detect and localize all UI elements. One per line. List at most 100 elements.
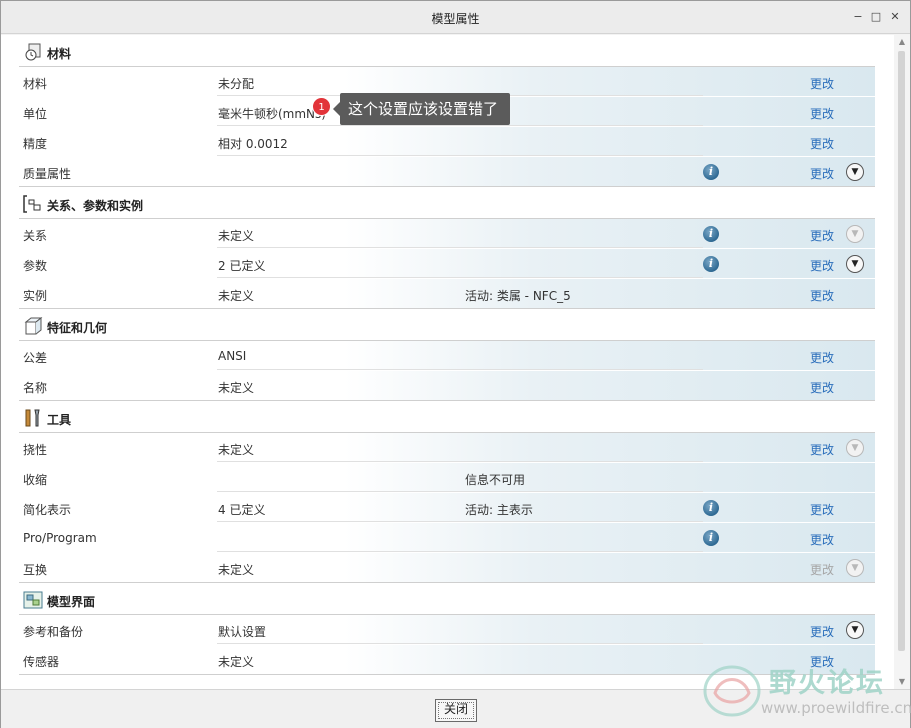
property-label: 实例 <box>23 289 48 303</box>
info-icon[interactable]: i <box>703 500 719 516</box>
close-icon[interactable]: ✕ <box>888 10 902 24</box>
property-value: 未定义 <box>218 443 255 457</box>
change-link[interactable]: 更改 <box>810 135 834 152</box>
property-value: 默认设置 <box>218 625 267 639</box>
section-header: 工具 <box>19 401 875 433</box>
chevron-down-icon[interactable]: ▼ <box>846 439 864 457</box>
section-header: 模型界面 <box>19 583 875 615</box>
row-divider <box>217 643 703 644</box>
property-extra: 活动: 类属 - NFC_5 <box>465 289 571 303</box>
property-row: 传感器 未定义 更改 <box>19 645 875 675</box>
model-properties-dialog: 模型属性 − □ ✕ 材料 材料 未分配 更改 单位 毫米牛顿秒(mmNs) 更改 精度 相对 … <box>0 0 911 728</box>
annotation-badge: 1 <box>312 97 331 116</box>
property-label: 公差 <box>23 351 48 365</box>
row-divider <box>217 369 703 370</box>
property-extra: 信息不可用 <box>465 473 526 487</box>
property-label: 单位 <box>23 107 48 121</box>
info-icon[interactable]: i <box>703 226 719 242</box>
change-link[interactable]: 更改 <box>810 349 834 366</box>
change-link: 更改 <box>810 563 835 577</box>
section-header: 关系、参数和实例 <box>19 187 875 219</box>
dialog-footer: 关闭 <box>1 689 910 728</box>
property-row: 互换 未定义 更改 ▼ <box>19 553 875 583</box>
chevron-down-icon[interactable]: ▼ <box>846 559 864 577</box>
section-title: 特征和几何 <box>47 321 108 335</box>
property-label: 参数 <box>23 259 48 273</box>
property-label: 精度 <box>23 137 48 151</box>
property-label: 质量属性 <box>23 167 72 181</box>
section-header: 材料 <box>19 35 875 67</box>
feature-geometry-icon <box>23 316 43 335</box>
vertical-scrollbar[interactable]: ▲ ▼ <box>894 35 910 689</box>
property-value: 未定义 <box>218 655 255 669</box>
section-title: 关系、参数和实例 <box>47 199 144 213</box>
change-link[interactable]: 更改 <box>810 257 834 274</box>
scroll-up-icon[interactable]: ▲ <box>894 35 910 49</box>
row-divider <box>217 277 703 278</box>
info-icon[interactable]: i <box>703 164 719 180</box>
chevron-down-icon[interactable]: ▼ <box>846 255 864 273</box>
row-divider <box>217 461 703 462</box>
property-value: 2 已定义 <box>218 259 266 273</box>
sections-list: 材料 材料 未分配 更改 单位 毫米牛顿秒(mmNs) 更改 精度 相对 0.0012 更改 质量属… <box>19 35 875 675</box>
window-title: 模型属性 <box>431 12 480 26</box>
scrollbar-thumb[interactable] <box>898 51 905 651</box>
section-header: 特征和几何 <box>19 309 875 341</box>
change-link[interactable]: 更改 <box>810 165 834 182</box>
relations-icon <box>23 195 43 213</box>
property-row: 质量属性 i 更改 ▼ <box>19 157 875 187</box>
minimize-icon[interactable]: − <box>851 10 865 24</box>
chevron-down-icon[interactable]: ▼ <box>846 225 864 243</box>
annotation-tooltip: 这个设置应该设置错了 <box>332 93 511 125</box>
property-value: 4 已定义 <box>218 503 266 517</box>
property-row: 关系 未定义 i 更改 ▼ <box>19 219 875 249</box>
property-value: 未定义 <box>218 563 255 577</box>
property-row: 挠性 未定义 更改 ▼ <box>19 433 875 463</box>
properties-panel: 材料 材料 未分配 更改 单位 毫米牛顿秒(mmNs) 更改 精度 相对 0.0012 更改 质量属… <box>1 35 910 689</box>
maximize-icon[interactable]: □ <box>869 10 883 24</box>
section-title: 工具 <box>47 413 72 427</box>
property-label: 关系 <box>23 229 48 243</box>
row-divider <box>217 491 703 492</box>
change-link[interactable]: 更改 <box>810 75 834 92</box>
info-icon[interactable]: i <box>703 256 719 272</box>
property-label: 挠性 <box>23 443 48 457</box>
model-interface-icon <box>23 591 43 609</box>
scroll-down-icon[interactable]: ▼ <box>894 675 910 689</box>
change-link[interactable]: 更改 <box>810 623 834 640</box>
property-row: 精度 相对 0.0012 更改 <box>19 127 875 157</box>
change-link[interactable]: 更改 <box>810 287 834 304</box>
change-link[interactable]: 更改 <box>810 653 834 670</box>
property-label: Pro/Program <box>23 531 97 545</box>
property-label: 名称 <box>23 381 48 395</box>
change-link[interactable]: 更改 <box>810 501 834 518</box>
property-label: 互换 <box>23 563 48 577</box>
property-value: 未定义 <box>218 229 255 243</box>
property-label: 材料 <box>23 77 48 91</box>
close-button[interactable]: 关闭 <box>435 699 477 722</box>
row-divider <box>217 247 703 248</box>
change-link[interactable]: 更改 <box>810 105 834 122</box>
chevron-down-icon[interactable]: ▼ <box>846 163 864 181</box>
change-link[interactable]: 更改 <box>810 227 834 244</box>
section-title: 模型界面 <box>47 595 96 609</box>
property-value: 未定义 <box>218 381 255 395</box>
property-row: 公差 ANSI 更改 <box>19 341 875 371</box>
property-row: 实例 未定义 活动: 类属 - NFC_5 更改 <box>19 279 875 309</box>
property-label: 收缩 <box>23 473 48 487</box>
change-link[interactable]: 更改 <box>810 441 834 458</box>
change-link[interactable]: 更改 <box>810 379 834 396</box>
chevron-down-icon[interactable]: ▼ <box>846 621 864 639</box>
property-row: 简化表示 4 已定义 活动: 主表示 i 更改 <box>19 493 875 523</box>
row-divider <box>217 551 703 552</box>
change-link[interactable]: 更改 <box>810 531 834 548</box>
info-icon[interactable]: i <box>703 530 719 546</box>
property-row: 参考和备份 默认设置 更改 ▼ <box>19 615 875 645</box>
material-icon <box>23 43 43 61</box>
row-divider <box>217 125 703 126</box>
property-extra: 活动: 主表示 <box>465 503 533 517</box>
property-row: Pro/Program i 更改 <box>19 523 875 553</box>
property-value: 毫米牛顿秒(mmNs) <box>218 107 326 121</box>
property-value: 相对 0.0012 <box>218 137 288 151</box>
property-value: ANSI <box>218 349 247 363</box>
